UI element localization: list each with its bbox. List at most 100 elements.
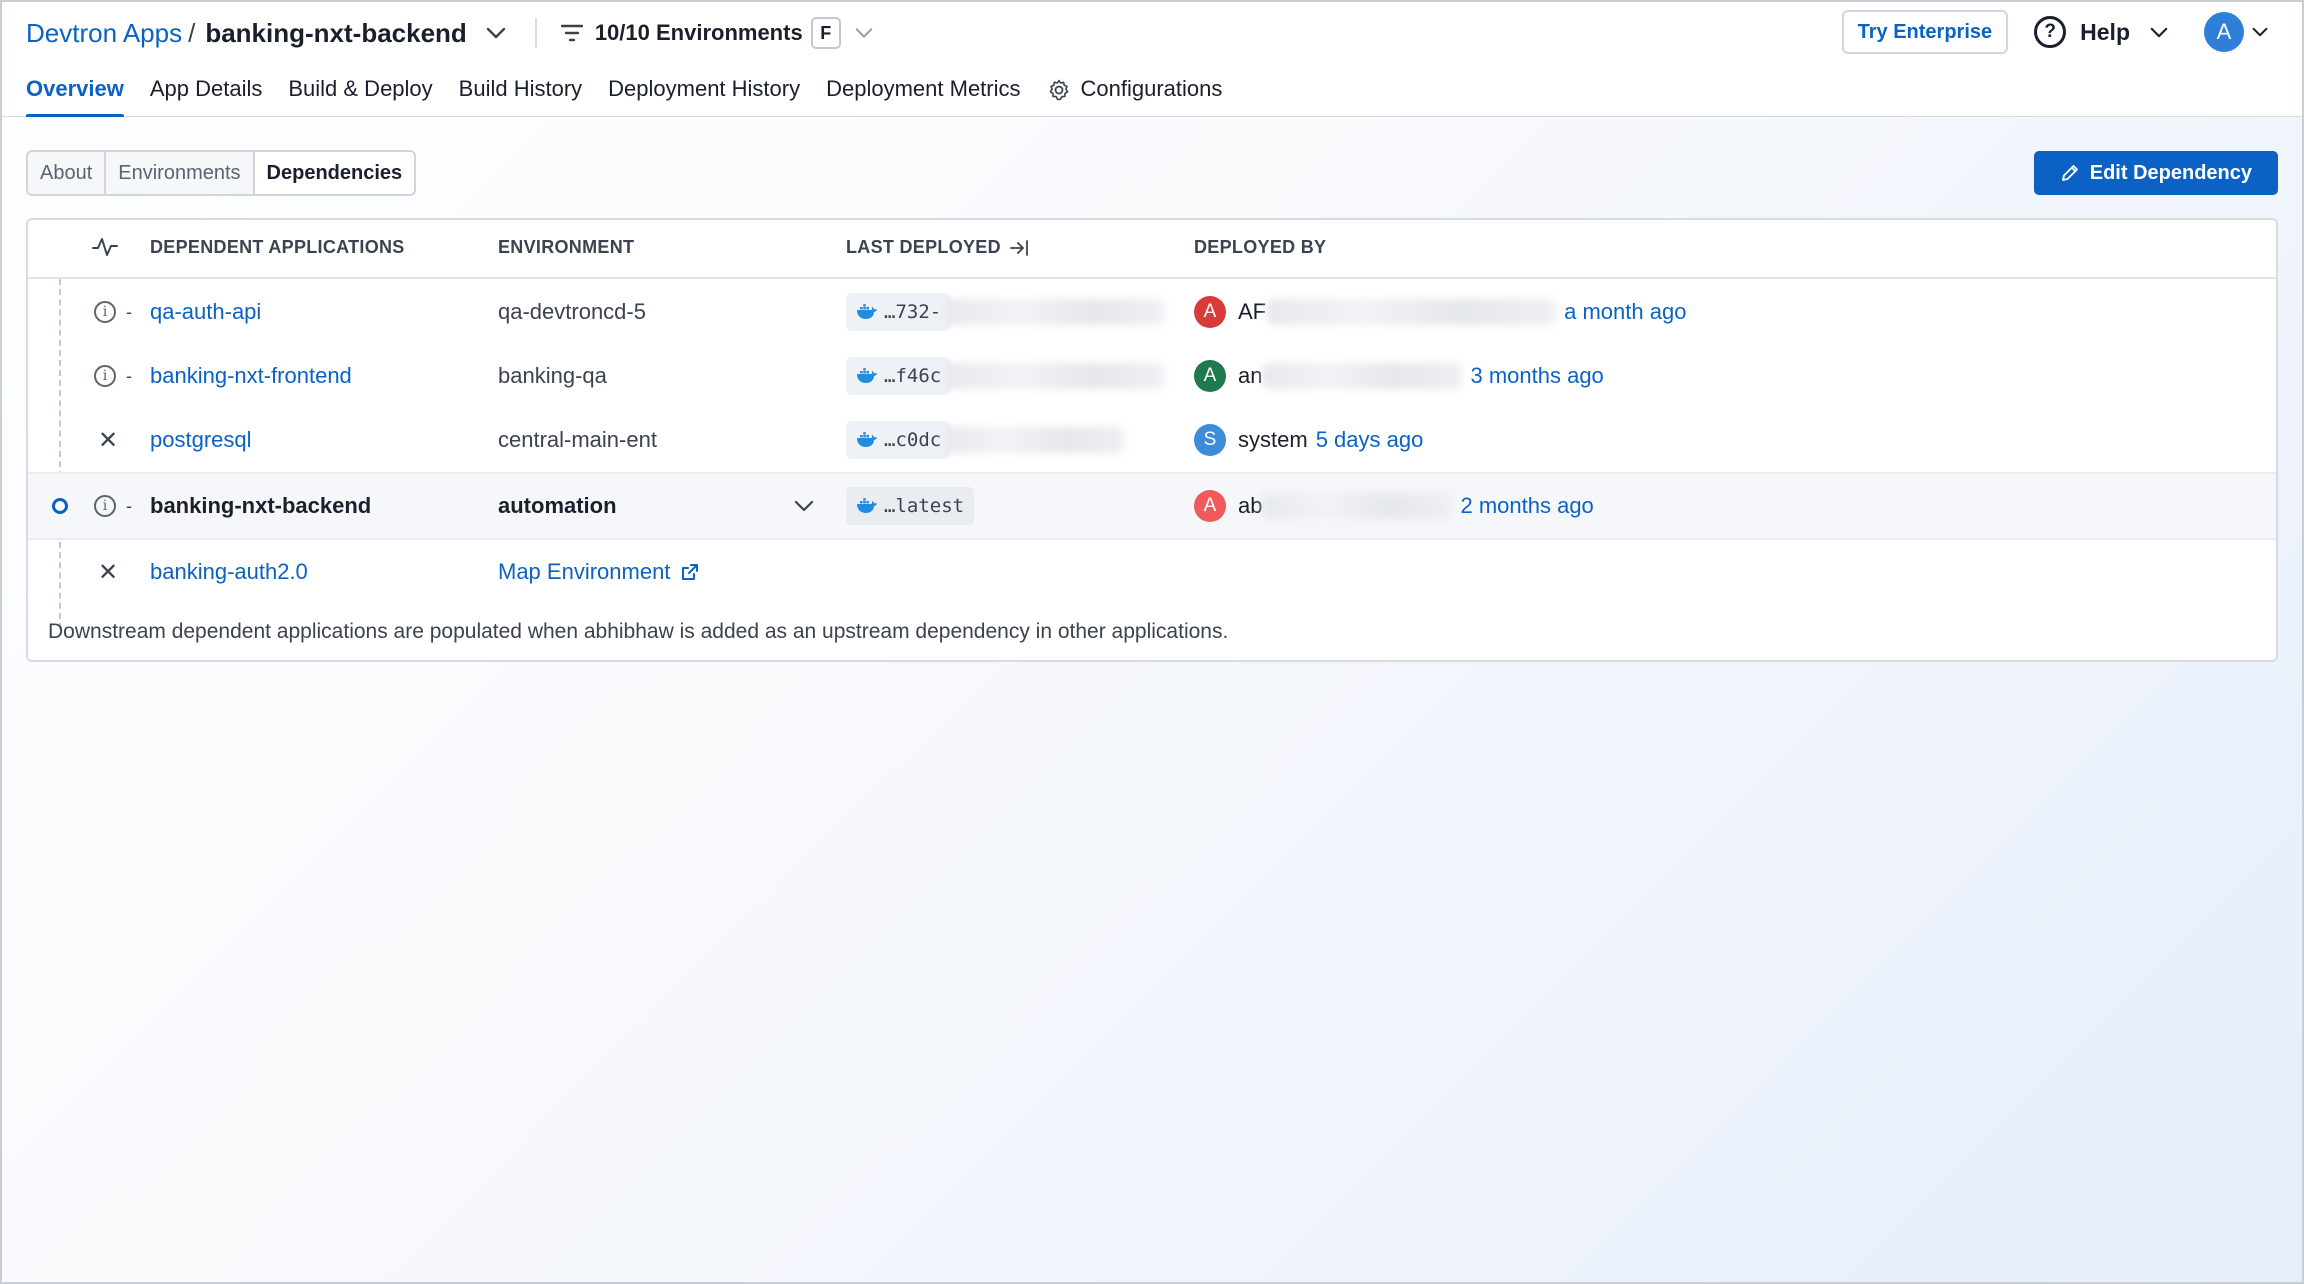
deployer-avatar: A: [1194, 360, 1226, 392]
user-chevron-down-icon: [2250, 17, 2270, 47]
breadcrumb-app-name: banking-nxt-backend: [205, 17, 467, 48]
redacted-text: [1266, 299, 1557, 325]
breadcrumb-separator: /: [188, 17, 196, 48]
environment-chevron-down-icon[interactable]: [794, 474, 814, 538]
filter-icon: [560, 24, 583, 42]
tab-app-details[interactable]: App Details: [150, 70, 263, 117]
table-row: i- banking-nxt-frontend banking-qa …f46c…: [28, 344, 2276, 408]
redacted-text: [1262, 493, 1453, 519]
tab-deployment-metrics[interactable]: Deployment Metrics: [826, 70, 1020, 117]
deployed-by: A an 3 months ago: [1194, 344, 1604, 408]
image-chip: …f46c: [846, 357, 952, 395]
app-switcher-chevron-down-icon[interactable]: [481, 18, 511, 48]
deployed-time[interactable]: a month ago: [1564, 299, 1686, 325]
environment-filter[interactable]: 10/10 Environments F: [560, 17, 885, 49]
map-environment-link[interactable]: Map Environment: [498, 540, 700, 604]
dependent-app-link[interactable]: banking-auth2.0: [150, 540, 308, 604]
edit-dependency-label: Edit Dependency: [2089, 161, 2252, 184]
dependent-app-link[interactable]: postgresql: [150, 408, 252, 472]
deployer-name: an: [1238, 363, 1263, 388]
close-icon: ✕: [98, 426, 119, 454]
map-environment-label: Map Environment: [498, 559, 671, 584]
shortcut-key: F: [810, 17, 841, 49]
gear-icon: [1049, 79, 1068, 101]
tab-configurations-label: Configurations: [1080, 76, 1223, 101]
help-label: Help: [2080, 18, 2130, 45]
segment-about[interactable]: About: [28, 152, 107, 194]
user-avatar: A: [2204, 12, 2244, 52]
activity-icon: [92, 236, 118, 258]
environment-selector[interactable]: automation: [498, 474, 617, 538]
redacted-text: [945, 427, 1126, 453]
column-last-deployed[interactable]: LAST DEPLOYED: [846, 237, 1029, 258]
environment-filter-chevron-down-icon[interactable]: [855, 18, 885, 48]
dependent-app-link[interactable]: qa-auth-api: [150, 280, 261, 344]
docker-icon: [857, 432, 877, 447]
tab-build-deploy[interactable]: Build & Deploy: [288, 70, 432, 117]
header-divider: [534, 18, 537, 48]
image-chip: …732-: [846, 293, 952, 331]
redacted-text: [945, 299, 1166, 325]
deployed-by: A ab 2 months ago: [1194, 474, 1594, 538]
docker-icon: [857, 304, 877, 319]
help-chevron-down-icon: [2144, 17, 2174, 47]
docker-icon: [857, 368, 877, 383]
info-icon[interactable]: i-: [94, 474, 132, 538]
edit-dependency-button[interactable]: Edit Dependency: [2033, 151, 2278, 195]
info-icon[interactable]: i-: [94, 344, 132, 408]
header-actions: Try Enterprise ? Help A: [1841, 8, 2278, 56]
current-app-name: banking-nxt-backend: [150, 493, 372, 518]
current-app-node: [52, 498, 68, 514]
segment-dependencies[interactable]: Dependencies: [254, 152, 415, 194]
table-header: DEPENDENT APPLICATIONS ENVIRONMENT LAST …: [28, 220, 2276, 279]
tab-configurations[interactable]: Configurations: [1047, 70, 1223, 117]
pencil-icon: [2061, 165, 2078, 181]
deployed-time[interactable]: 5 days ago: [1316, 427, 1424, 453]
table-row-current-app: i- banking-nxt-backend automation …lates…: [28, 472, 2276, 540]
breadcrumb-root-link[interactable]: Devtron Apps: [26, 18, 182, 49]
help-menu[interactable]: ? Help: [2034, 16, 2174, 48]
dependencies-footnote: Downstream dependent applications are po…: [48, 620, 1229, 643]
segment-environments[interactable]: Environments: [106, 152, 255, 194]
overview-segmented-control: About Environments Dependencies: [26, 150, 417, 196]
close-icon: ✕: [98, 558, 119, 586]
deployed-image: …732-: [846, 280, 1166, 344]
environment-name: central-main-ent: [498, 427, 657, 452]
redacted-text: [1262, 363, 1463, 389]
column-last-deployed-label: LAST DEPLOYED: [846, 237, 1001, 257]
deployed-image: …f46c: [846, 344, 1166, 408]
help-icon: ?: [2034, 16, 2067, 48]
tab-overview[interactable]: Overview: [26, 70, 124, 117]
user-menu[interactable]: A: [2200, 8, 2278, 56]
table-row: ✕ banking-auth2.0 Map Environment: [28, 540, 2276, 604]
breadcrumb: Devtron Apps / banking-nxt-backend 10/10…: [26, 14, 885, 52]
redacted-text: [945, 363, 1166, 389]
tab-build-history[interactable]: Build History: [459, 70, 582, 117]
dependencies-table: DEPENDENT APPLICATIONS ENVIRONMENT LAST …: [26, 218, 2278, 662]
deployed-time[interactable]: 3 months ago: [1470, 363, 1603, 389]
table-row: ✕ postgresql central-main-ent …c0dc S sy…: [28, 408, 2276, 472]
deployer-avatar: A: [1194, 296, 1226, 328]
environment-name: banking-qa: [498, 363, 607, 388]
deployer-avatar: S: [1194, 424, 1226, 456]
tab-deployment-history[interactable]: Deployment History: [608, 70, 800, 117]
image-chip: …latest: [846, 487, 975, 525]
table-row: i- qa-auth-api qa-devtroncd-5 …732- A AF…: [28, 280, 2276, 344]
try-enterprise-button[interactable]: Try Enterprise: [1841, 10, 2009, 54]
deployed-time[interactable]: 2 months ago: [1460, 493, 1593, 519]
info-icon[interactable]: i-: [94, 280, 132, 344]
image-chip: …c0dc: [846, 421, 952, 459]
deployer-name: ab: [1238, 493, 1263, 518]
arrow-right-to-line-icon: [1010, 239, 1028, 256]
app-tabs: Overview App Details Build & Deploy Buil…: [26, 70, 1248, 117]
app-header: Devtron Apps / banking-nxt-backend 10/10…: [0, 0, 2304, 117]
deployer-name: AF: [1238, 299, 1267, 324]
deployed-image: …c0dc: [846, 408, 1126, 472]
column-deployed-by: DEPLOYED BY: [1194, 237, 1327, 257]
environment-name: qa-devtroncd-5: [498, 299, 646, 324]
external-link-icon: [682, 564, 699, 580]
deployer-name: system: [1238, 427, 1308, 452]
column-environment: ENVIRONMENT: [498, 237, 635, 257]
deployed-by: S system 5 days ago: [1194, 408, 1423, 472]
dependent-app-link[interactable]: banking-nxt-frontend: [150, 344, 352, 408]
